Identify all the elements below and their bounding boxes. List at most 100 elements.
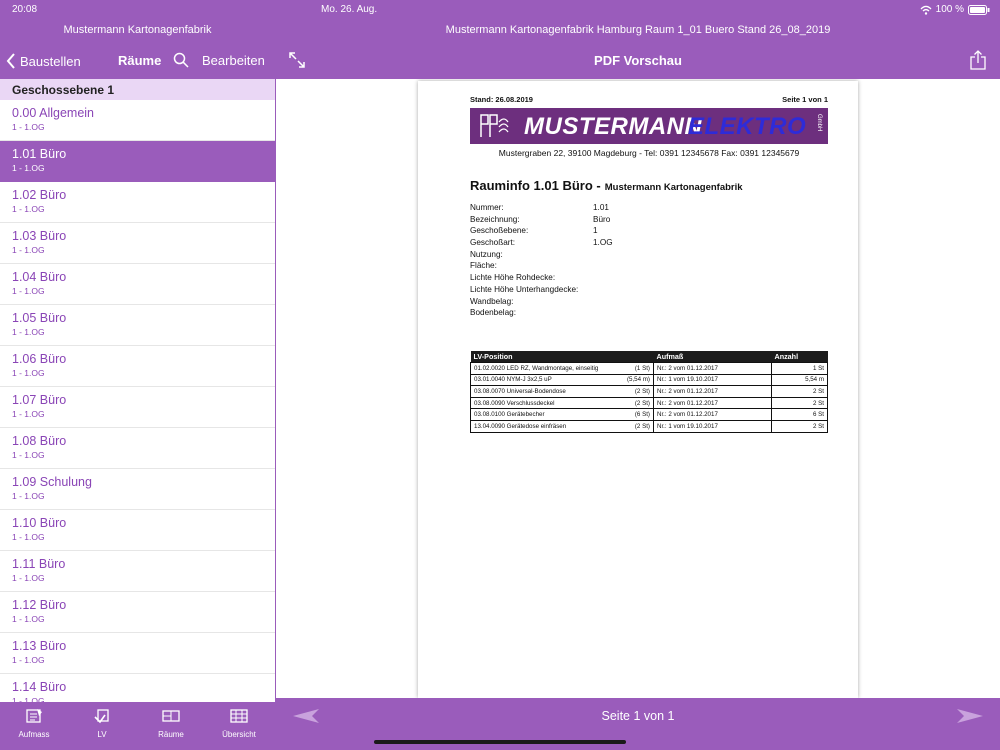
pdf-preview-area[interactable]: Stand: 26.08.2019 Seite 1 von 1 MUSTERMA… [276,79,1000,698]
list-item[interactable]: 1.06 Büro 1 - 1.OG [0,346,275,387]
nav-title: Räume [118,53,162,68]
cell-qty: (1 St) [619,362,654,375]
info-row: Bezeichnung: Büro [470,215,613,227]
table-row: 03.08.0070 Universal-Bodendose (2 St) Nr.:… [469,385,828,398]
room-floor: 1 - 1.OG [12,573,45,583]
room-heading-title: Rauminfo 1.01 Büro - [470,178,601,193]
list-item[interactable]: 1.05 Büro 1 - 1.OG [0,305,275,346]
room-info-table: Nummer: 1.01 Bezeichnung: Büro Geschoßebene:… [470,203,613,320]
pdf-stand: Stand: 26.08.2019 [470,95,533,104]
edit-button[interactable]: Bearbeiten [202,53,265,68]
room-name: 1.07 Büro [12,393,67,407]
list-item[interactable]: 1.14 Büro 1 - 1.OG [0,674,275,702]
cell-anzahl: 1 St [771,362,828,375]
logo-gmbh: GmbH [816,114,822,132]
info-row: Geschoßebene: 1 [470,226,613,238]
project-title: Mustermann Kartonagenfabrik [63,24,212,36]
room-floor: 1 - 1.OG [12,491,45,501]
cell-qty: (2 St) [619,419,654,433]
list-item[interactable]: 1.11 Büro 1 - 1.OG [0,551,275,592]
cell-anzahl: 6 St [771,408,828,421]
room-name: 1.08 Büro [12,434,67,448]
back-button[interactable]: Baustellen [6,53,81,69]
info-key: Lichte Höhe Unterhangdecke: [470,284,579,294]
header-anzahl: Anzahl [771,351,828,363]
cell-qty: (6 St) [619,408,654,421]
tab-lv[interactable]: LV [68,708,136,739]
room-floor: 1 - 1.OG [12,327,45,337]
room-name: 1.09 Schulung [12,475,92,489]
info-key: Geschoßebene: [470,226,529,236]
pdf-page-number: Seite 1 von 1 [782,95,828,104]
back-label: Baustellen [20,53,81,69]
info-value: 1 [593,226,598,236]
info-row: Nummer: 1.01 [470,203,613,215]
chevron-left-icon [6,53,15,69]
info-row: Fläche: [470,261,613,273]
info-row: Wandbelag: [470,297,613,309]
section-header: Geschossebene 1 [0,79,275,100]
info-key: Lichte Höhe Rohdecke: [470,273,556,283]
cell-pos: 03.08.0070 Universal-Bodendose [469,385,620,398]
logo-mark-icon [480,114,509,137]
info-key: Geschoßart: [470,238,516,248]
list-item[interactable]: 1.01 Büro 1 - 1.OG [0,141,275,182]
room-floor: 1 - 1.OG [12,204,45,214]
list-item[interactable]: 1.08 Büro 1 - 1.OG [0,428,275,469]
uebersicht-icon [230,709,248,723]
tab-aufmass[interactable]: Aufmass [0,708,68,739]
info-row: Nutzung: [470,250,613,262]
lv-icon [94,709,109,724]
cell-aufmass: Nr.: 2 vom 01.12.2017 [653,385,772,398]
table-row: 13.04.0090 Gerätedose einfräsen (2 St) Nr.… [469,419,828,433]
room-list[interactable]: 0.00 Allgemein 1 - 1.OG 1.01 Büro 1 - 1.OG 1… [0,100,275,702]
list-item[interactable]: 1.13 Büro 1 - 1.OG [0,633,275,674]
info-value: 1.OG [593,238,613,248]
tab-label: Übersicht [222,730,256,739]
next-arrow-icon[interactable] [956,708,984,724]
share-icon[interactable] [970,50,986,70]
list-item[interactable]: 1.04 Büro 1 - 1.OG [0,264,275,305]
table-row: 03.01.0040 NYM-J 3x2,5 uP (5,54 m) Nr.: 1 … [469,373,828,387]
list-item[interactable]: 0.00 Allgemein 1 - 1.OG [0,100,275,141]
info-key: Nummer: [470,203,504,212]
table-row: 01.02.0020 LED RZ, Wandmontage, einseiti… [469,362,828,375]
wifi-icon [920,5,932,15]
header-aufmass: Aufmaß [653,351,772,363]
raeume-icon [162,710,180,722]
info-row: Lichte Höhe Unterhangdecke: [470,285,613,297]
cell-pos: 03.01.0040 NYM-J 3x2,5 uP [469,373,620,387]
tab-raeume[interactable]: Räume [137,708,205,739]
room-name: 1.12 Büro [12,598,67,612]
list-item[interactable]: 1.09 Schulung 1 - 1.OG [0,469,275,510]
list-item[interactable]: 1.03 Büro 1 - 1.OG [0,223,275,264]
room-name: 1.05 Büro [12,311,67,325]
status-indicators: 100 % [920,4,990,15]
list-item[interactable]: 1.12 Büro 1 - 1.OG [0,592,275,633]
page-navigation-bar: Seite 1 von 1 [276,698,1000,750]
table-header-row: LV-Position Aufmaß Anzahl [470,351,828,363]
left-header: 20:08 Mustermann Kartonagenfabrik Bauste… [0,0,275,79]
cell-qty: (2 St) [619,385,654,398]
home-indicator [374,740,626,744]
room-floor: 1 - 1.OG [12,163,45,173]
cell-anzahl: 2 St [771,396,828,410]
list-item[interactable]: 1.02 Büro 1 - 1.OG [0,182,275,223]
preview-header: Mo. 26. Aug. 100 % Mustermann Kartonagen… [276,0,1000,79]
pdf-preview-title: PDF Vorschau [594,53,682,68]
room-floor: 1 - 1.OG [12,450,45,460]
cell-qty: (2 St) [619,396,654,410]
room-name: 1.04 Büro [12,270,67,284]
tab-uebersicht[interactable]: Übersicht [205,708,273,739]
pdf-page: Stand: 26.08.2019 Seite 1 von 1 MUSTERMA… [418,81,858,698]
room-floor: 1 - 1.OG [12,245,45,255]
lv-position-table: LV-Position Aufmaß Anzahl 01.02.0020 LED… [469,351,828,433]
cell-qty: (5,54 m) [619,373,654,387]
list-item[interactable]: 1.07 Büro 1 - 1.OG [0,387,275,428]
room-floor: 1 - 1.OG [12,532,45,542]
list-item[interactable]: 1.10 Büro 1 - 1.OG [0,510,275,551]
tab-label: Aufmass [18,730,50,739]
room-floor: 1 - 1.OG [12,614,45,624]
logo-text-elektro: ELEKTRO [688,113,807,140]
search-icon[interactable] [173,52,189,68]
